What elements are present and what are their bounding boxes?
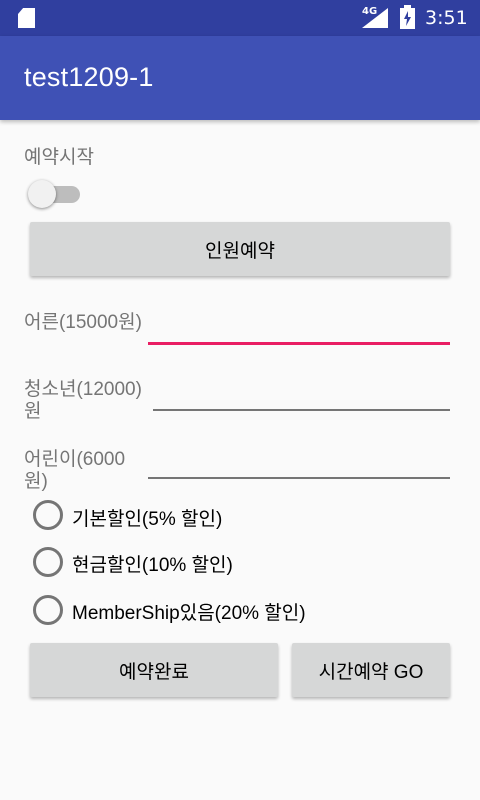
status-bar: 4G 3:51 [0, 0, 480, 36]
people-reservation-button[interactable]: 인원예약 [30, 222, 450, 276]
adult-count-input[interactable] [148, 312, 450, 345]
basic-discount-radio[interactable] [33, 500, 63, 530]
radio-circle [33, 500, 63, 530]
child-label: 어린이(6000원) [24, 449, 126, 491]
reservation-start-switch[interactable] [28, 177, 82, 211]
adult-label: 어른(15000원) [24, 312, 142, 333]
membership-discount-radio[interactable] [33, 595, 63, 625]
membership-discount-label[interactable]: MemberShip있음(20% 할인) [72, 598, 306, 625]
cash-discount-radio[interactable] [33, 547, 63, 577]
basic-discount-label[interactable]: 기본할인(5% 할인) [72, 504, 222, 531]
radio-circle [33, 595, 63, 625]
radio-circle [33, 547, 63, 577]
battery-icon [400, 5, 415, 29]
complete-reservation-button[interactable]: 예약완료 [30, 643, 278, 697]
app-title: test1209-1 [24, 62, 154, 92]
time-reservation-button[interactable]: 시간예약 GO [292, 643, 450, 697]
teen-count-input[interactable] [153, 379, 450, 411]
cash-discount-label[interactable]: 현금할인(10% 할인) [72, 550, 233, 577]
app-bar: test1209-1 [0, 36, 480, 120]
child-count-input[interactable] [148, 447, 450, 479]
switch-thumb [28, 180, 56, 208]
reservation-start-label: 예약시작 [24, 147, 94, 168]
sd-card-icon [18, 8, 35, 28]
signal-icon [362, 8, 388, 28]
teen-label: 청소년(12000)원 [24, 379, 142, 421]
clock: 3:51 [425, 7, 468, 29]
